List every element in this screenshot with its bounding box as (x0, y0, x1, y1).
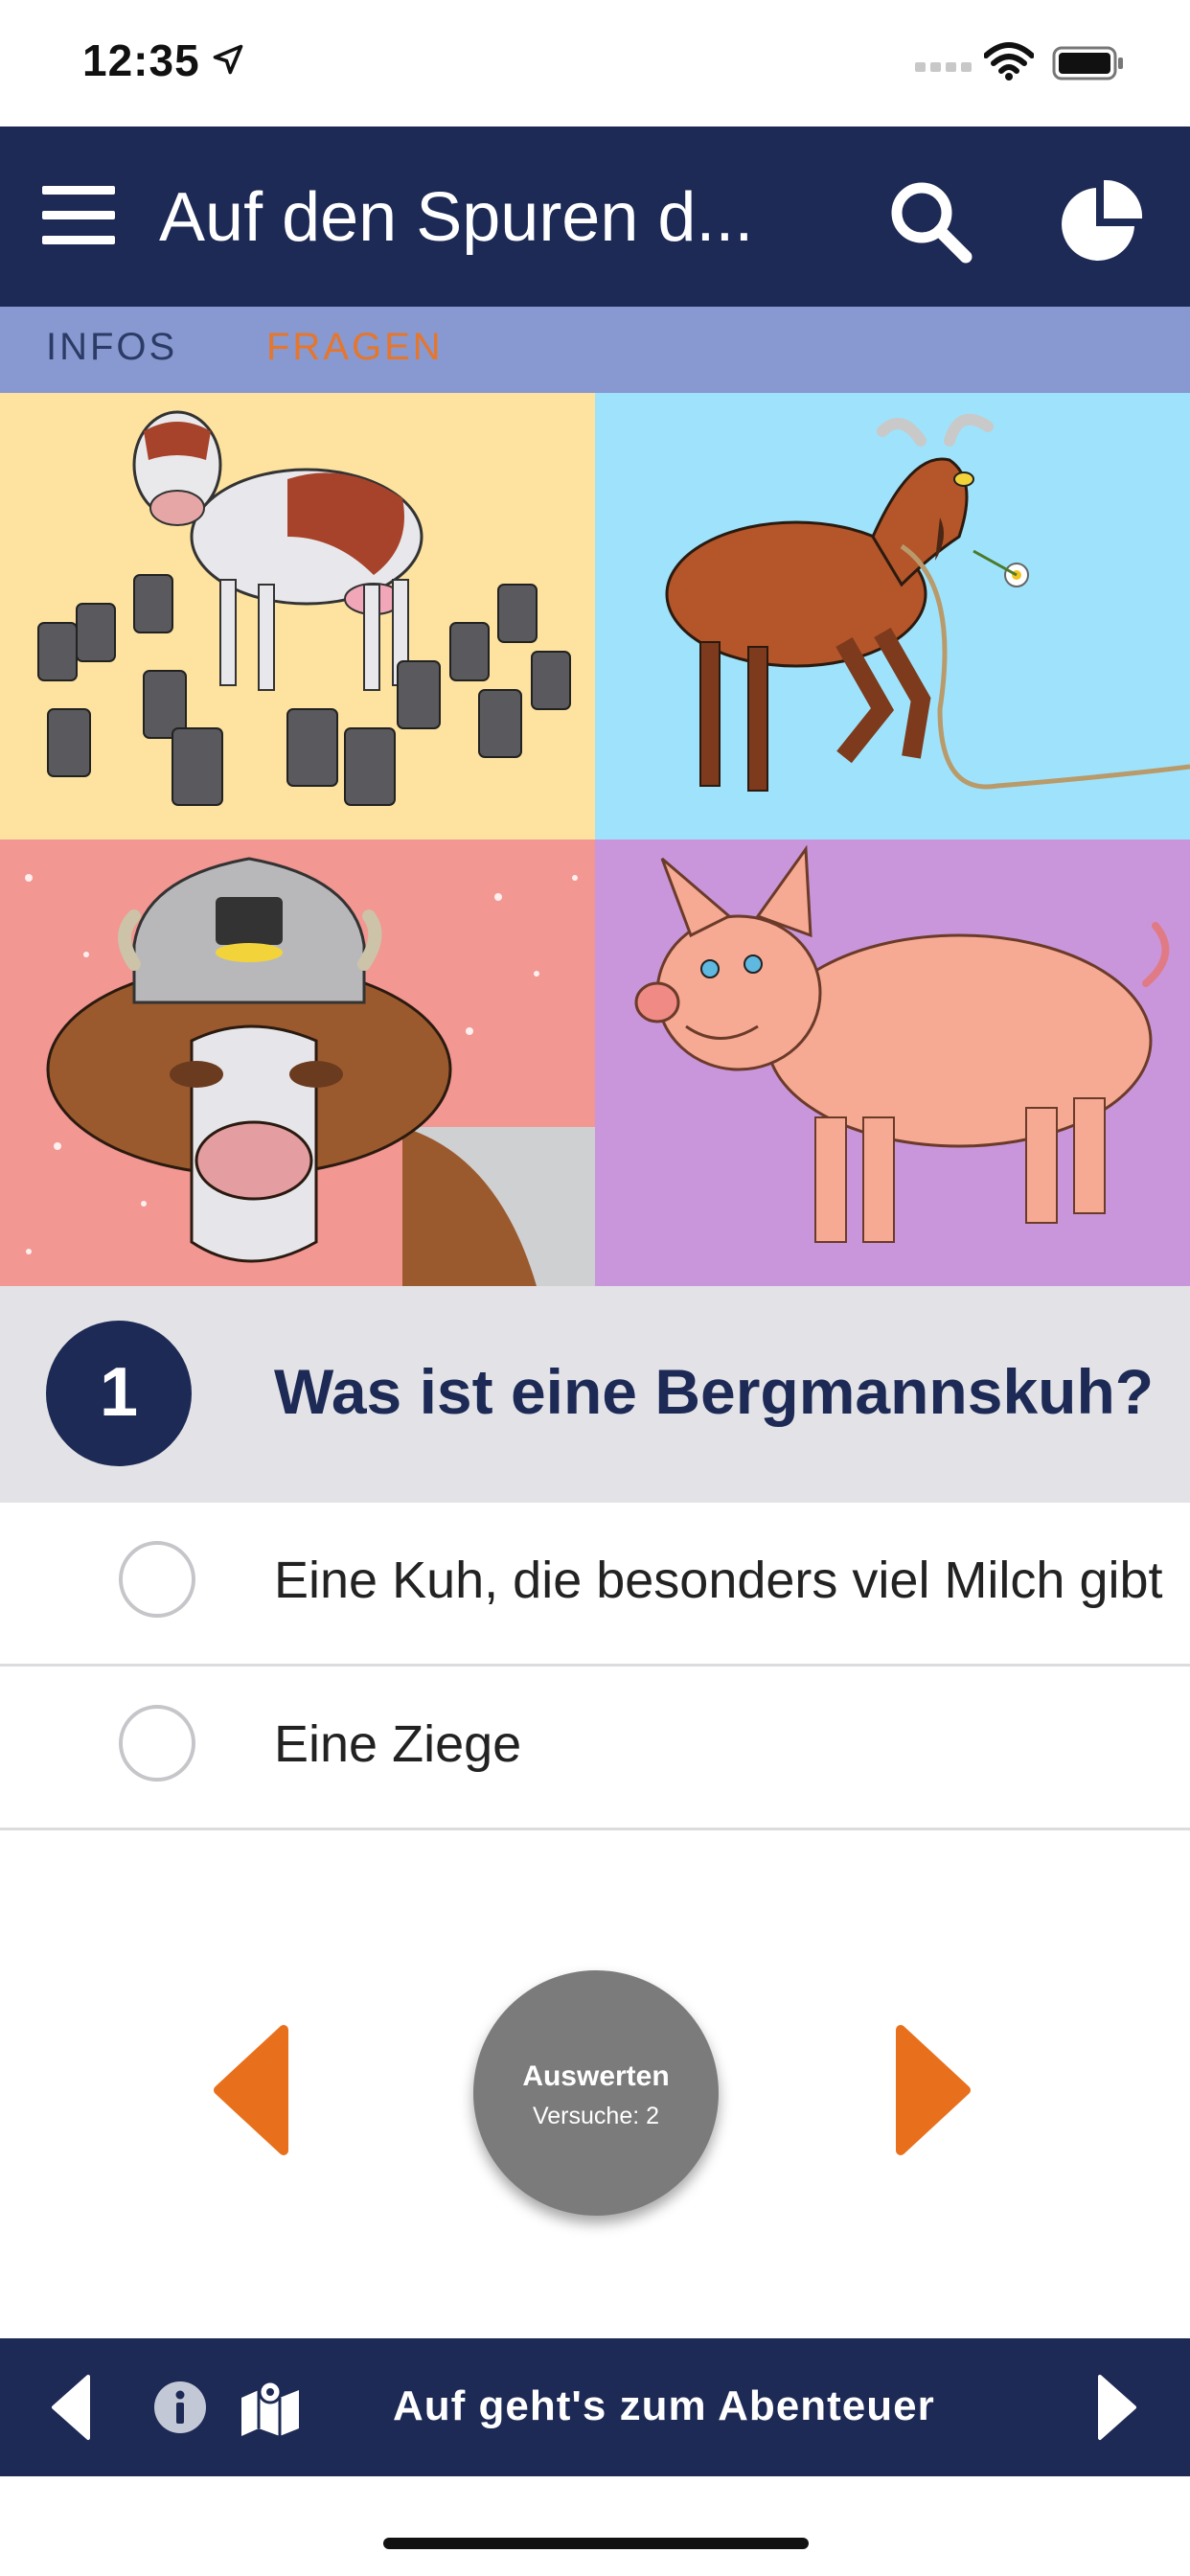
answer-label: Eine Ziege (274, 1715, 522, 1773)
goat-with-rope-image (595, 393, 1190, 840)
battery-icon (1052, 46, 1123, 80)
wifi-icon (984, 42, 1034, 80)
tab-infos[interactable]: INFOS (46, 326, 177, 369)
status-time: 12:35 (82, 35, 200, 85)
location-arrow-icon (213, 44, 243, 75)
menu-icon[interactable] (42, 184, 115, 247)
radio-button[interactable] (119, 1541, 195, 1618)
tab-fragen[interactable]: FRAGEN (266, 326, 444, 369)
back-arrow-icon[interactable] (50, 2373, 92, 2442)
cow-with-miner-helmet-image (0, 840, 595, 1286)
tab-bar (0, 307, 1190, 393)
evaluate-button[interactable] (473, 1970, 719, 2216)
cow-with-milk-cans-image (0, 393, 595, 840)
answer-option[interactable]: Eine Kuh, die besonders viel Milch gibt (0, 1503, 1190, 1667)
next-question-arrow-icon[interactable] (889, 2022, 975, 2158)
pig-image (595, 840, 1190, 1286)
evaluate-label: Auswerten (522, 2060, 670, 2092)
attempts-label: Versuche: 2 (532, 2103, 660, 2129)
radio-button[interactable] (119, 1705, 195, 1782)
page-title: Auf den Spuren d... (159, 179, 754, 256)
signal-icon (915, 62, 972, 72)
bottom-bar-label[interactable]: Auf geht's zum Abenteuer (393, 2382, 935, 2430)
stats-pie-icon[interactable] (1056, 178, 1144, 266)
forward-arrow-icon[interactable] (1096, 2373, 1138, 2442)
home-indicator (383, 2538, 809, 2549)
question-number: 1 (99, 1354, 139, 1431)
info-icon[interactable] (153, 2380, 207, 2434)
answer-label: Eine Kuh, die besonders viel Milch gibt (274, 1552, 1163, 1609)
question-text: Was ist eine Bergmannskuh? (274, 1356, 1155, 1427)
map-icon[interactable] (240, 2379, 301, 2436)
answer-option[interactable]: Eine Ziege (0, 1667, 1190, 1830)
search-icon[interactable] (887, 178, 973, 264)
previous-question-arrow-icon[interactable] (209, 2022, 295, 2158)
